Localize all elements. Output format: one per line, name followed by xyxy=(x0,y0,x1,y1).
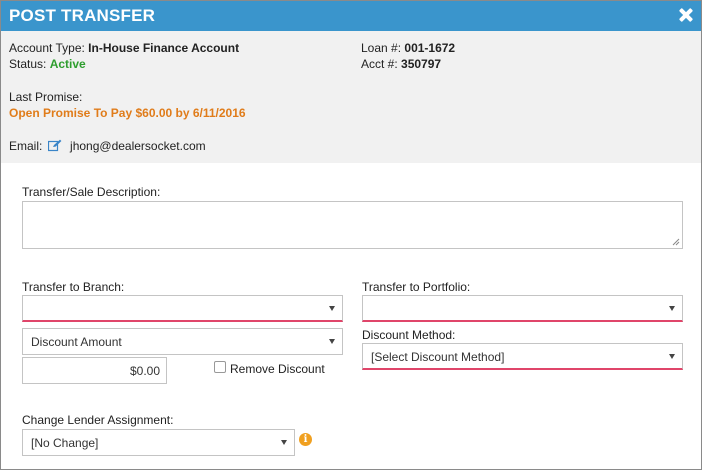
last-promise-label: Last Promise: xyxy=(9,90,83,104)
email-row: Email: jhong@dealersocket.com xyxy=(9,139,206,155)
close-icon[interactable] xyxy=(679,8,693,22)
discount-method-value: [Select Discount Method] xyxy=(371,350,505,364)
email-value[interactable]: jhong@dealersocket.com xyxy=(70,139,206,153)
loan-value: 001-1672 xyxy=(404,41,456,55)
discount-method-select[interactable]: [Select Discount Method] xyxy=(362,343,683,370)
remove-discount-label[interactable]: Remove Discount xyxy=(230,362,325,376)
lender-select[interactable]: [No Change] xyxy=(22,429,295,456)
discount-amount-input[interactable]: $0.00 xyxy=(22,357,167,384)
description-textarea[interactable] xyxy=(22,201,683,249)
branch-label: Transfer to Branch: xyxy=(22,280,125,294)
status-row: Status: Active xyxy=(9,57,86,71)
acct-value: 350797 xyxy=(401,57,442,71)
dialog-title: POST TRANSFER xyxy=(9,6,156,25)
chevron-down-icon xyxy=(669,354,675,359)
status-value: Active xyxy=(49,57,86,71)
account-info-panel: Account Type: In-House Finance Account S… xyxy=(1,31,701,163)
chevron-down-icon xyxy=(669,306,675,311)
description-label: Transfer/Sale Description: xyxy=(22,185,161,199)
account-type-label: Account Type: xyxy=(9,41,85,55)
loan-label: Loan #: xyxy=(361,41,402,55)
discount-type-select[interactable]: Discount Amount xyxy=(22,328,343,355)
discount-method-label: Discount Method: xyxy=(362,328,456,342)
email-label: Email: xyxy=(9,139,43,153)
info-icon[interactable]: i xyxy=(299,433,312,446)
lender-select-value: [No Change] xyxy=(31,436,99,450)
status-label: Status: xyxy=(9,57,47,71)
account-type-row: Account Type: In-House Finance Account xyxy=(9,41,239,55)
chevron-down-icon xyxy=(329,306,335,311)
portfolio-label: Transfer to Portfolio: xyxy=(362,280,471,294)
remove-discount-checkbox[interactable] xyxy=(214,361,226,373)
last-promise-value: Open Promise To Pay $60.00 by 6/11/2016 xyxy=(9,106,246,120)
dialog-titlebar: POST TRANSFER xyxy=(1,1,701,31)
acct-row: Acct #: 350797 xyxy=(361,57,441,71)
loan-row: Loan #: 001-1672 xyxy=(361,41,455,55)
lender-label: Change Lender Assignment: xyxy=(22,413,174,427)
branch-select[interactable] xyxy=(22,295,343,322)
chevron-down-icon xyxy=(281,440,287,445)
acct-label: Acct #: xyxy=(361,57,398,71)
chevron-down-icon xyxy=(329,339,335,344)
post-transfer-dialog: POST TRANSFER Account Type: In-House Fin… xyxy=(0,0,702,470)
portfolio-select[interactable] xyxy=(362,295,683,322)
account-type-value: In-House Finance Account xyxy=(88,41,240,55)
resize-grip-icon[interactable] xyxy=(672,238,680,246)
discount-type-value: Discount Amount xyxy=(31,335,122,349)
edit-icon[interactable] xyxy=(47,139,62,155)
